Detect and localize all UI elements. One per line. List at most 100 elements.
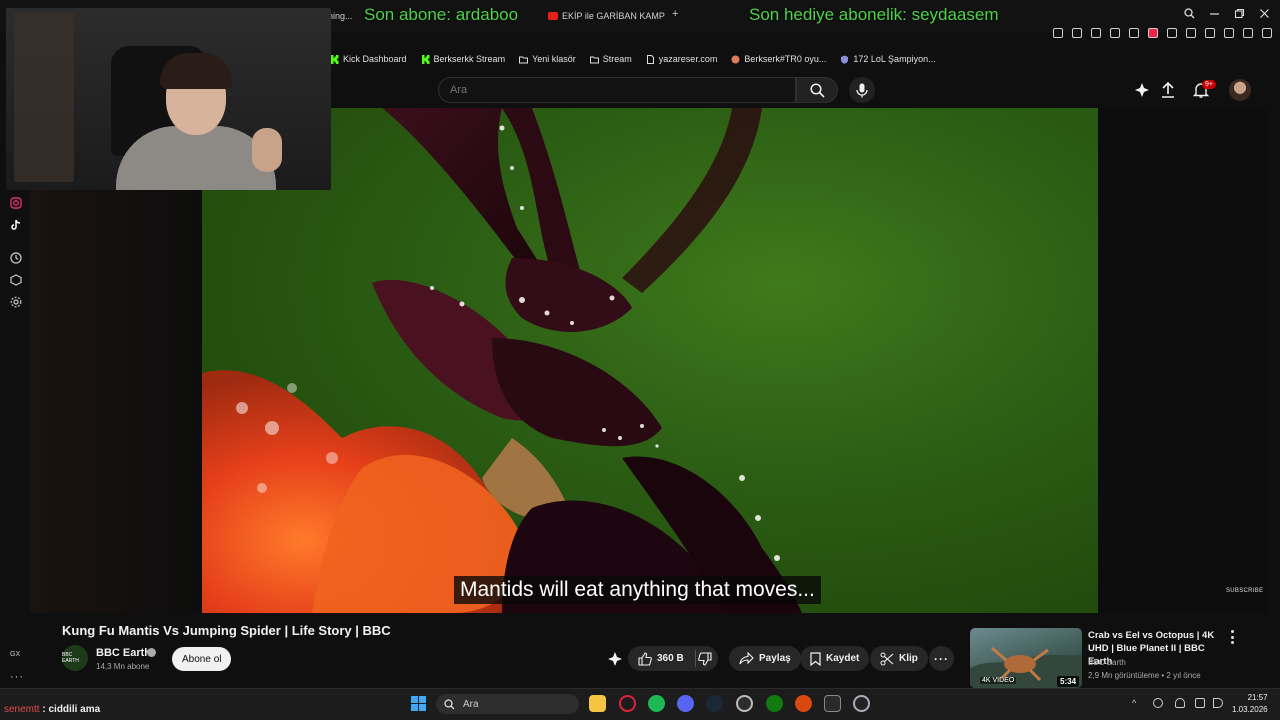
- window-controls: [1184, 8, 1270, 19]
- tiktok-icon[interactable]: [10, 219, 22, 231]
- clock-date: 1.03.2026: [1232, 705, 1268, 714]
- bookmark-berkserk-tr0[interactable]: Berkserk#TR0 oyu...: [731, 54, 826, 64]
- gx-label: GX: [10, 651, 21, 658]
- heart-icon[interactable]: [1129, 28, 1139, 38]
- bookmark-lol-champions[interactable]: 172 LoL Şampiyon...: [840, 54, 936, 64]
- settings-gear-icon[interactable]: [10, 296, 22, 308]
- bookmark-kick-dashboard[interactable]: Kick Dashboard: [330, 54, 407, 64]
- globe-icon: [731, 55, 740, 63]
- lightning-icon[interactable]: [1186, 28, 1196, 38]
- extension-toolbar: [1053, 28, 1272, 38]
- verified-check-icon: [147, 648, 156, 657]
- taskbar-clock[interactable]: 21:57 1.03.2026: [1232, 692, 1268, 716]
- taskbar-search[interactable]: Ara: [436, 694, 579, 714]
- discord-icon[interactable]: [677, 695, 694, 712]
- windows-taskbar: [0, 688, 1280, 720]
- kick-icon: [421, 54, 430, 64]
- upload-icon: [1162, 82, 1174, 98]
- thumbs-up-icon: [638, 651, 652, 666]
- search-button[interactable]: [796, 77, 838, 103]
- webcam-person-hand: [252, 128, 282, 172]
- save-button[interactable]: Kaydet: [800, 646, 870, 671]
- tray-volume-icon[interactable]: [1213, 698, 1223, 708]
- bookmark-folder-stream[interactable]: Stream: [589, 54, 632, 64]
- play-icon[interactable]: [1110, 28, 1120, 38]
- share-arrow-icon: [739, 652, 754, 665]
- ask-gem-button[interactable]: [607, 651, 623, 667]
- browser-tab-active[interactable]: EKİP ile GARİBAN KAMP Y...: [548, 8, 666, 24]
- dislike-button[interactable]: [690, 646, 722, 671]
- search-icon: [444, 698, 455, 709]
- related-video-duration: 5:34: [1057, 676, 1080, 687]
- folder-icon: [589, 56, 599, 63]
- mantis-video-frame: [202, 108, 802, 613]
- menu-icon[interactable]: [1243, 28, 1253, 38]
- instagram-icon[interactable]: [10, 197, 22, 209]
- refresh-icon[interactable]: [1205, 28, 1215, 38]
- sidebar-icon[interactable]: [1262, 28, 1272, 38]
- bookmark-yazareser[interactable]: yazareser.com: [646, 54, 717, 64]
- new-tab-button[interactable]: +: [672, 8, 678, 20]
- tray-chevron-icon[interactable]: ^: [1132, 698, 1142, 708]
- thumbs-down-icon: [698, 651, 712, 666]
- cursor-icon[interactable]: [1167, 28, 1177, 38]
- account-avatar[interactable]: [1229, 79, 1251, 101]
- tray-mic-icon[interactable]: [1175, 698, 1185, 708]
- screenshot-icon[interactable]: [1072, 28, 1082, 38]
- xbox-icon[interactable]: [766, 695, 783, 712]
- voice-search-button[interactable]: [849, 77, 875, 103]
- bookmarks-bar: Kick Dashboard Berkserkk Stream Yeni kla…: [330, 50, 936, 68]
- channel-name[interactable]: BBC Earth: [96, 647, 151, 659]
- related-video-channel[interactable]: BBC Earth: [1088, 658, 1126, 667]
- overlay-last-sub: Son abone: ardaboo: [364, 5, 519, 24]
- epic-games-icon[interactable]: [824, 695, 841, 712]
- app-circle-icon[interactable]: [853, 695, 870, 712]
- close-icon[interactable]: [1259, 8, 1270, 19]
- minimize-icon[interactable]: [1209, 8, 1220, 19]
- extensions-cube-icon[interactable]: [10, 274, 22, 286]
- clock-time: 21:57: [1247, 693, 1268, 702]
- tray-sync-icon[interactable]: [1153, 698, 1163, 708]
- file-explorer-icon[interactable]: [589, 695, 606, 712]
- clip-button[interactable]: Klip: [870, 646, 928, 671]
- search-icon[interactable]: [1184, 8, 1195, 19]
- video-ambient-right: [1098, 108, 1268, 613]
- search-box[interactable]: [438, 77, 796, 103]
- webcam-door: [14, 12, 74, 182]
- search-input[interactable]: [439, 78, 795, 102]
- shield-icon[interactable]: [1091, 28, 1101, 38]
- app-icon[interactable]: [795, 695, 812, 712]
- upload-button[interactable]: [1158, 80, 1178, 100]
- history-clock-icon[interactable]: [10, 252, 22, 264]
- subscribe-watermark[interactable]: SUBSCRIBE: [1226, 588, 1263, 594]
- microphone-icon: [856, 83, 868, 97]
- pin-icon[interactable]: [1053, 28, 1063, 38]
- bookmark-folder[interactable]: Yeni klasör: [519, 54, 576, 64]
- restore-icon[interactable]: [1234, 8, 1245, 19]
- more-actions-button[interactable]: ···: [929, 646, 954, 671]
- bookmark-berkserkk-stream[interactable]: Berkserkk Stream: [421, 54, 505, 64]
- share-button[interactable]: Paylaş: [729, 646, 801, 671]
- page-icon: [646, 54, 654, 64]
- like-count: 360 B: [657, 653, 684, 664]
- subscribe-button[interactable]: Abone ol: [172, 647, 232, 671]
- extension-icon[interactable]: [1148, 28, 1158, 38]
- related-video-menu-icon[interactable]: [1229, 630, 1235, 644]
- steam-icon[interactable]: [706, 695, 723, 712]
- channel-avatar[interactable]: BBC EARTH: [62, 645, 88, 671]
- tab-label: EKİP ile GARİBAN KAMP Y...: [562, 11, 666, 21]
- video-player[interactable]: [202, 108, 1098, 613]
- create-gem-button[interactable]: [1132, 80, 1152, 100]
- download-icon[interactable]: [1224, 28, 1234, 38]
- related-video-badge: 4K VIDEO: [980, 677, 1017, 684]
- search-icon: [809, 82, 825, 98]
- tray-network-icon[interactable]: [1195, 698, 1205, 708]
- opera-gx-icon[interactable]: [619, 695, 636, 712]
- windows-start-icon[interactable]: [410, 695, 427, 712]
- streamer-webcam: [6, 8, 331, 190]
- related-video-meta: 2,9 Mn görüntüleme • 2 yıl önce: [1088, 671, 1201, 680]
- spotify-icon[interactable]: [648, 695, 665, 712]
- more-dots-icon[interactable]: ···: [10, 671, 24, 683]
- obs-icon[interactable]: [736, 695, 753, 712]
- chat-text: ciddili ama: [48, 704, 101, 715]
